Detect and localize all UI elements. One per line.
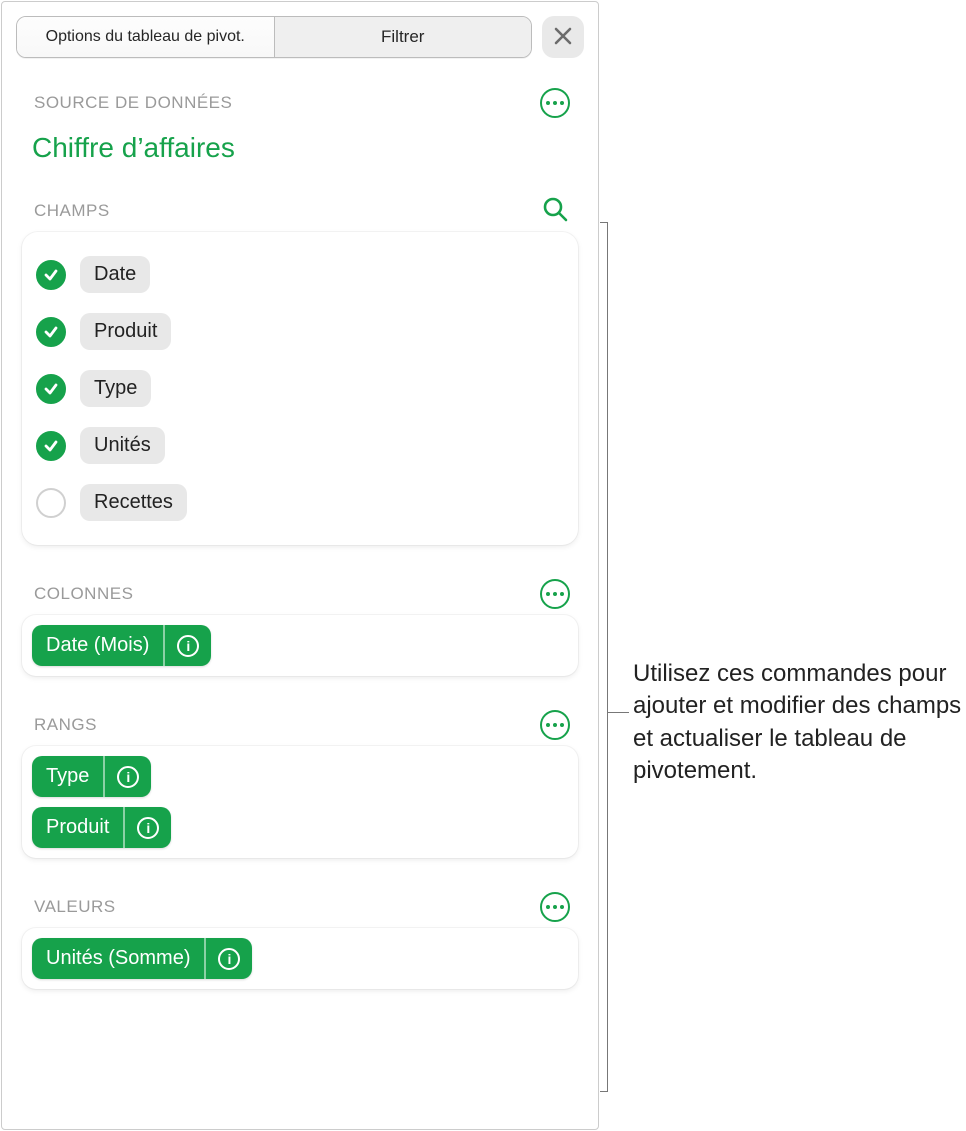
field-chip-recettes[interactable]: Recettes — [80, 484, 187, 521]
fields-search-button[interactable] — [540, 196, 570, 226]
field-chip-date[interactable]: Date — [80, 256, 150, 293]
more-icon — [553, 101, 557, 105]
section-header-source: SOURCE DE DONNÉES — [22, 88, 578, 118]
field-row-date: Date — [36, 246, 564, 303]
field-check-unites[interactable] — [36, 431, 66, 461]
tab-filter[interactable]: Filtrer — [275, 17, 532, 57]
field-chip-unites[interactable]: Unités — [80, 427, 165, 464]
section-label-columns: COLONNES — [34, 584, 133, 604]
field-row-recettes: Recettes — [36, 474, 564, 531]
check-icon — [43, 324, 59, 340]
section-header-fields: CHAMPS — [22, 196, 578, 226]
fields-list: Date Produit Type Unités — [22, 232, 578, 545]
close-icon — [553, 22, 573, 53]
field-check-recettes[interactable] — [36, 488, 66, 518]
columns-more-button[interactable] — [540, 579, 570, 609]
field-check-date[interactable] — [36, 260, 66, 290]
more-icon — [546, 905, 550, 909]
field-row-type: Type — [36, 360, 564, 417]
columns-dropzone[interactable]: Date (Mois) i — [22, 615, 578, 676]
check-icon — [43, 267, 59, 283]
pivot-options-panel: Options du tableau de pivot. Filtrer SOU… — [1, 1, 599, 1130]
section-header-rows: RANGS — [22, 710, 578, 740]
source-more-button[interactable] — [540, 88, 570, 118]
callout-bracket — [607, 222, 631, 1092]
more-icon — [553, 905, 557, 909]
info-icon: i — [117, 766, 139, 788]
more-icon — [553, 592, 557, 596]
section-label-fields: CHAMPS — [34, 201, 110, 221]
info-icon: i — [177, 635, 199, 657]
info-icon: i — [137, 817, 159, 839]
tab-pivot-options[interactable]: Options du tableau de pivot. — [17, 17, 275, 57]
column-token-date-mois[interactable]: Date (Mois) i — [32, 625, 211, 666]
field-check-produit[interactable] — [36, 317, 66, 347]
section-header-columns: COLONNES — [22, 579, 578, 609]
section-header-values: VALEURS — [22, 892, 578, 922]
token-label: Type — [32, 756, 103, 797]
section-label-values: VALEURS — [34, 897, 116, 917]
token-label: Produit — [32, 807, 123, 848]
token-info-button[interactable]: i — [204, 938, 252, 979]
token-info-button[interactable]: i — [163, 625, 211, 666]
values-dropzone[interactable]: Unités (Somme) i — [22, 928, 578, 989]
info-icon: i — [218, 948, 240, 970]
check-icon — [43, 381, 59, 397]
more-icon — [546, 592, 550, 596]
field-chip-type[interactable]: Type — [80, 370, 151, 407]
value-token-unites-somme[interactable]: Unités (Somme) i — [32, 938, 252, 979]
panel-content: SOURCE DE DONNÉES Chiffre d’affaires CHA… — [2, 66, 598, 1129]
check-icon — [43, 438, 59, 454]
more-icon — [560, 723, 564, 727]
close-button[interactable] — [542, 16, 584, 58]
rows-dropzone[interactable]: Type i Produit i — [22, 746, 578, 858]
field-check-type[interactable] — [36, 374, 66, 404]
values-more-button[interactable] — [540, 892, 570, 922]
tab-bar: Options du tableau de pivot. Filtrer — [16, 16, 532, 58]
section-label-source: SOURCE DE DONNÉES — [34, 93, 232, 113]
row-token-type[interactable]: Type i — [32, 756, 151, 797]
rows-more-button[interactable] — [540, 710, 570, 740]
more-icon — [560, 592, 564, 596]
callout-region: Utilisez ces commandes pour ajouter et m… — [599, 0, 966, 1131]
field-row-unites: Unités — [36, 417, 564, 474]
more-icon — [553, 723, 557, 727]
more-icon — [560, 905, 564, 909]
more-icon — [560, 101, 564, 105]
data-source-name[interactable]: Chiffre d’affaires — [22, 124, 578, 178]
field-chip-produit[interactable]: Produit — [80, 313, 171, 350]
row-token-produit[interactable]: Produit i — [32, 807, 171, 848]
panel-header: Options du tableau de pivot. Filtrer — [2, 2, 598, 66]
token-info-button[interactable]: i — [123, 807, 171, 848]
more-icon — [546, 723, 550, 727]
search-icon — [541, 195, 569, 228]
token-label: Unités (Somme) — [32, 938, 204, 979]
field-row-produit: Produit — [36, 303, 564, 360]
token-info-button[interactable]: i — [103, 756, 151, 797]
token-label: Date (Mois) — [32, 625, 163, 666]
callout-text: Utilisez ces commandes pour ajouter et m… — [633, 658, 963, 788]
more-icon — [546, 101, 550, 105]
section-label-rows: RANGS — [34, 715, 97, 735]
